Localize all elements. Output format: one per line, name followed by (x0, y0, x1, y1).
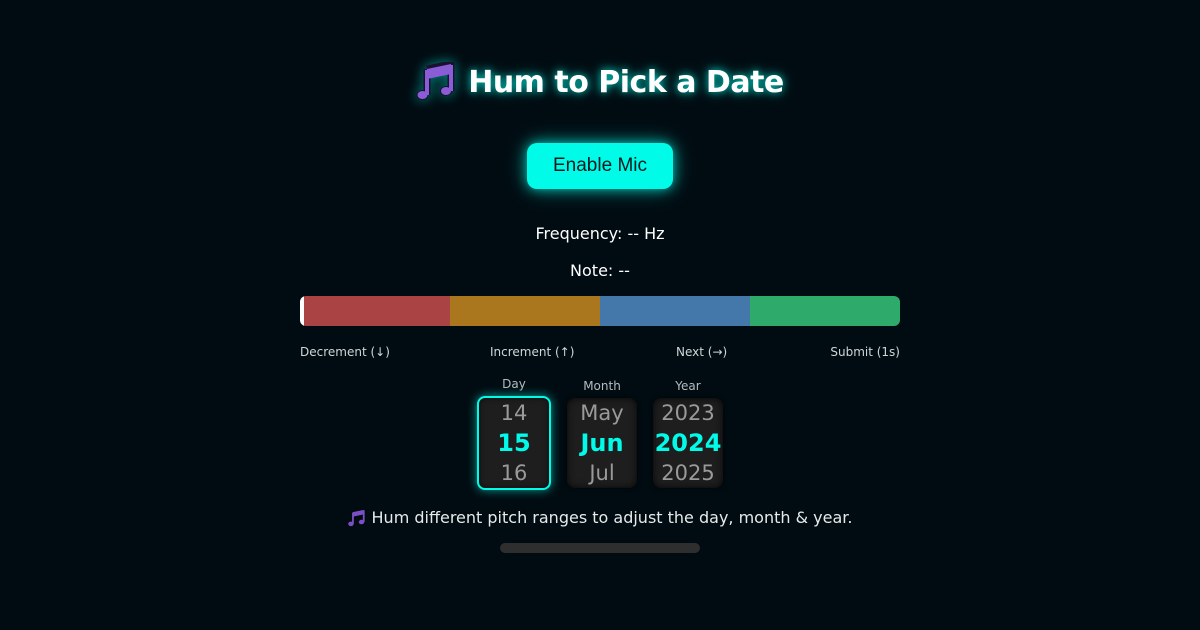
month-picker[interactable]: May Jun Jul (567, 398, 637, 488)
header: Hum to Pick a Date (0, 60, 1200, 102)
hint-text: Hum different pitch ranges to adjust the… (371, 508, 853, 527)
month-label: Month (583, 379, 621, 393)
enable-mic-button[interactable]: Enable Mic (527, 143, 673, 189)
range-labels: Decrement (↓) Increment (↑) Next (→) Sub… (300, 345, 900, 361)
day-prev: 14 (500, 401, 528, 425)
range-label-next: Next (→) (676, 345, 728, 359)
year-picker[interactable]: 2023 2024 2025 (653, 398, 723, 488)
month-selected: Jun (580, 429, 624, 457)
pitch-segment-submit (750, 296, 900, 326)
music-notes-icon (416, 60, 456, 102)
submit-progress-bar (500, 543, 700, 553)
pitch-indicator (300, 296, 304, 326)
note-readout: Note: -- (570, 261, 630, 280)
app-page: Hum to Pick a Date Enable Mic Frequency:… (0, 0, 1200, 630)
pitch-segment-next (600, 296, 750, 326)
year-selected: 2024 (654, 429, 722, 457)
pitch-segment-decrement (300, 296, 450, 326)
pitch-segment-increment (450, 296, 600, 326)
day-label: Day (502, 377, 526, 391)
month-next: Jul (589, 461, 615, 485)
range-label-decrement: Decrement (↓) (300, 345, 390, 359)
range-label-submit: Submit (1s) (830, 345, 900, 359)
pitch-range-bar (300, 296, 900, 326)
year-label: Year (675, 379, 701, 393)
month-prev: May (580, 401, 624, 425)
day-selected: 15 (497, 429, 531, 457)
year-next: 2025 (661, 461, 715, 485)
frequency-readout: Frequency: -- Hz (535, 224, 665, 243)
page-title: Hum to Pick a Date (468, 64, 784, 100)
day-next: 16 (500, 461, 528, 485)
music-notes-icon (347, 509, 366, 527)
day-picker[interactable]: 14 15 16 (477, 396, 551, 490)
range-label-increment: Increment (↑) (490, 345, 575, 359)
instructions-hint: Hum different pitch ranges to adjust the… (0, 508, 1200, 527)
year-prev: 2023 (661, 401, 715, 425)
